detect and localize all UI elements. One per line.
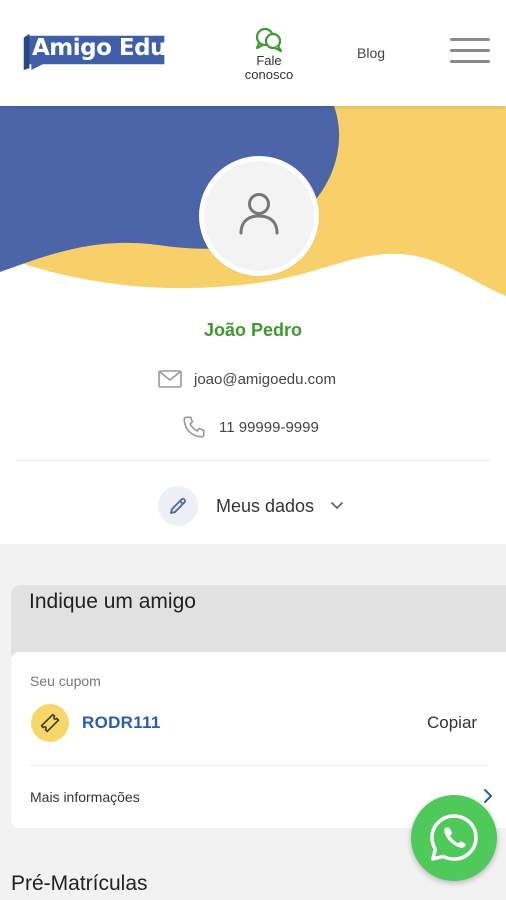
- email-row: joao@amigoedu.com: [158, 370, 336, 388]
- coupon-label: Seu cupom: [30, 673, 101, 689]
- chat-bubbles-icon: [255, 27, 283, 53]
- copy-button[interactable]: Copiar: [427, 713, 477, 733]
- user-email: joao@amigoedu.com: [194, 370, 336, 388]
- phone-row: 11 99999-9999: [181, 414, 319, 440]
- pencil-icon: [158, 486, 198, 526]
- divider: [30, 765, 488, 766]
- contact-us-button[interactable]: Fale conosco: [236, 26, 302, 82]
- contact-label-line2: conosco: [244, 67, 294, 82]
- logo-text: Amigo Edu: [32, 35, 166, 61]
- chevron-down-icon: [331, 502, 343, 510]
- ticket-icon: [31, 704, 69, 742]
- user-icon: [239, 193, 279, 235]
- my-data-label: Meus dados: [216, 495, 315, 516]
- contact-label-line1: Fale: [256, 53, 282, 68]
- user-name: João Pedro: [203, 320, 303, 340]
- whatsapp-icon: [430, 814, 478, 861]
- blog-link[interactable]: Blog: [357, 45, 385, 61]
- phone-icon: [183, 416, 205, 438]
- coupon-code: RODR111: [82, 713, 161, 732]
- avatar[interactable]: [199, 156, 319, 276]
- more-info-link[interactable]: Mais informações: [30, 789, 140, 805]
- amigo-edu-logo[interactable]: Amigo Edu: [20, 32, 170, 72]
- referral-title: Indique um amigo: [29, 590, 196, 613]
- hamburger-icon[interactable]: [450, 38, 490, 66]
- whatsapp-button[interactable]: [411, 795, 497, 881]
- divider: [16, 460, 490, 461]
- referral-section: Indique um amigo Seu cupom RODR111 Copia…: [11, 585, 506, 828]
- chevron-right-icon[interactable]: [483, 788, 493, 804]
- profile-card: João Pedro joao@amigoedu.com 11 99999-99…: [0, 106, 506, 544]
- mail-icon: [158, 370, 182, 388]
- pre-enrollments-title: Pré-Matrículas: [11, 872, 148, 895]
- user-phone: 11 99999-9999: [219, 418, 319, 436]
- app-header: Amigo Edu Fale conosco Blog: [0, 0, 506, 106]
- my-data-toggle[interactable]: Meus dados: [158, 486, 344, 526]
